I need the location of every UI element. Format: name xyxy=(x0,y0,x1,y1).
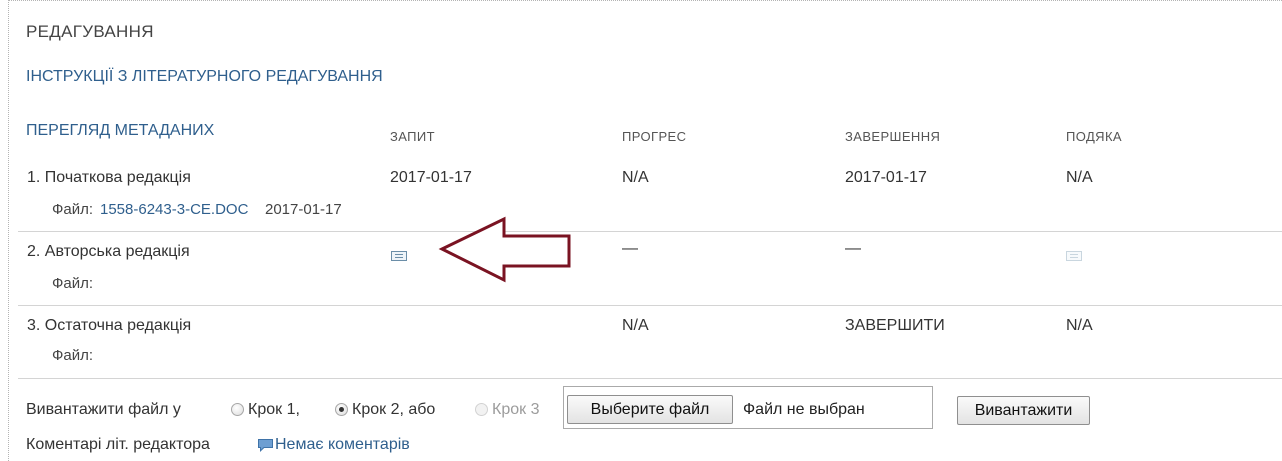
row-initial-file-date: 2017-01-17 xyxy=(265,201,342,218)
row-initial-file-label: Файл: xyxy=(52,201,94,218)
row-author-edit-label: 2. Авторська редакція xyxy=(27,243,190,260)
section-title: РЕДАГУВАННЯ xyxy=(26,22,154,41)
envelope-icon[interactable] xyxy=(391,251,407,261)
row-final-thanks: N/A xyxy=(1066,317,1093,334)
step2-radio[interactable] xyxy=(335,403,348,416)
upload-label: Вивантажити файл у xyxy=(26,401,181,418)
complete-link[interactable]: ЗАВЕРШИТИ xyxy=(845,317,945,335)
step1-radio[interactable] xyxy=(231,403,244,416)
row-final-progress: N/A xyxy=(622,317,649,334)
row-divider xyxy=(18,305,1282,306)
column-header-thanks: ПОДЯКА xyxy=(1066,129,1123,144)
step1-label: Крок 1, xyxy=(248,401,300,418)
no-comments-link[interactable]: Немає коментарів xyxy=(275,436,410,454)
step3-label: Крок 3 xyxy=(492,401,540,418)
row-final-edit-label: 3. Остаточна редакція xyxy=(27,317,192,334)
instructions-link[interactable]: ІНСТРУКЦІЇ З ЛІТЕРАТУРНОГО РЕДАГУВАННЯ xyxy=(26,68,383,86)
metadata-link[interactable]: ПЕРЕГЛЯД МЕТАДАНИХ xyxy=(26,122,214,140)
step2-label: Крок 2, або xyxy=(352,401,436,418)
row-divider xyxy=(18,378,1282,379)
row-initial-completion-date: 2017-01-17 xyxy=(845,169,927,186)
row-initial-edit-label: 1. Початкова редакція xyxy=(27,169,191,186)
row-initial-thanks: N/A xyxy=(1066,169,1093,186)
row-initial-request-date: 2017-01-17 xyxy=(390,169,472,186)
row-author-completion: — xyxy=(845,240,861,257)
column-header-completion: ЗАВЕРШЕННЯ xyxy=(845,129,941,144)
step3-radio xyxy=(475,403,488,416)
choose-file-button[interactable]: Выберите файл xyxy=(567,395,733,424)
chat-bubble-icon[interactable] xyxy=(257,438,274,452)
file-status-text: Файл не выбран xyxy=(743,401,865,418)
row-author-progress: — xyxy=(622,240,638,257)
row-initial-progress: N/A xyxy=(622,169,649,186)
comments-label: Коментарі літ. редактора xyxy=(26,436,210,453)
row-divider xyxy=(18,231,1282,232)
row-final-file-label: Файл: xyxy=(52,347,94,364)
column-header-progress: ПРОГРЕС xyxy=(622,129,687,144)
envelope-icon-disabled xyxy=(1066,251,1082,261)
row-author-file-label: Файл: xyxy=(52,275,94,292)
column-header-request: ЗАПИТ xyxy=(390,129,436,144)
row-initial-file-link[interactable]: 1558-6243-3-CE.DOC xyxy=(100,201,248,218)
upload-button[interactable]: Вивантажити xyxy=(957,396,1090,425)
left-arrow-icon xyxy=(438,216,571,283)
